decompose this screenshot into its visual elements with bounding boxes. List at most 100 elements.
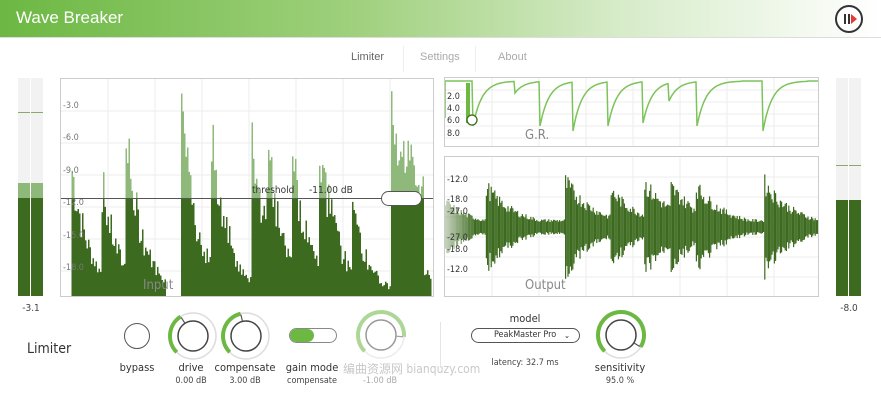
output-wave-bar [585,210,587,244]
output-wave-bar [545,221,547,233]
output-wave-bar [670,181,672,273]
input-wave-bar [244,276,246,296]
input-wave-bar [260,222,262,296]
input-wave-bar [410,198,412,296]
output-wave-bar [679,204,681,250]
output-wave-bar [704,203,706,251]
pause-play-logo-icon[interactable] [835,5,863,33]
input-wave-bar [185,156,187,198]
input-wave-bar [302,231,304,296]
output-wave-bar [705,203,707,251]
output-wave-bar [562,220,564,234]
output-wave-bar [793,206,795,248]
input-wave-bar [373,272,375,296]
model-dropdown[interactable]: PeakMaster Pro ⌄ [471,328,580,343]
output-wave-bar [796,213,798,241]
input-wave-bar [253,198,255,296]
output-wave-bar [568,180,570,274]
model-selected: PeakMaster Pro [494,330,557,340]
compensate-knob[interactable] [220,310,272,362]
drive-label: drive [178,361,204,374]
input-wave-bar [380,283,382,296]
input-wave-bar [385,281,387,296]
output-wave-bar [623,203,625,251]
output-wave-bar [531,219,533,235]
bypass-button[interactable] [124,323,150,349]
input-wave-bar [395,198,397,296]
input-meter-left [18,78,30,296]
input-wave-bar [94,266,96,296]
input-wave-bar [103,172,105,198]
output-wave-bar [773,190,775,264]
output-wave-bar [730,217,732,237]
output-wave-bar [501,200,503,254]
output-wave-bar [593,212,595,242]
y-tick: -18.0 [63,263,84,273]
output-wave-bar [597,214,599,240]
output-wave-bar [740,218,742,236]
output-wave-bar [561,220,563,234]
output-wave-bar [745,218,747,236]
output-wave-bar [590,210,592,244]
output-wave-bar [681,199,683,255]
input-wave-bar [410,144,412,198]
threshold-handle[interactable] [381,191,422,206]
output-wave-bar [647,196,649,258]
input-wave-bar [254,198,256,296]
gain-mode-toggle[interactable] [289,328,337,343]
output-wave-bar [581,204,583,250]
output-wave-bar [583,203,585,251]
input-wave-bar [190,175,192,198]
output-wave-bar [706,203,708,251]
input-wave-bar [395,133,397,198]
input-wave-bar [392,198,394,296]
input-wave-bar [338,231,340,296]
threshold-value: -11.00 dB [309,185,353,196]
threshold-line [61,198,433,199]
input-wave-bar [280,235,282,296]
input-wave-bar [103,198,105,296]
output-wave-bar [542,220,544,234]
output-wave-bar [717,211,719,243]
input-wave-bar [421,198,423,296]
input-wave-bar [73,176,75,198]
output-wave-bar [748,220,750,234]
output-wave-bar [495,198,497,256]
input-wave-bar [422,198,424,296]
output-wave-bar [785,202,787,252]
output-wave-bar [574,199,576,255]
output-wave-bar [760,220,762,234]
tab-about[interactable]: About [498,51,527,63]
output-gain-knob[interactable] [355,309,407,361]
output-wave-bar [811,216,813,238]
sensitivity-knob[interactable] [595,309,647,361]
input-wave-bar [125,198,127,296]
output-wave-bar [519,217,521,237]
output-wave-bar [675,190,677,264]
output-wave-bar [799,214,801,240]
input-wave-bar [214,170,216,198]
output-wave-bar [742,220,744,234]
output-wave-bar [691,207,693,247]
input-wave-bar [386,283,388,296]
output-wave-bar [493,192,495,262]
input-wave-bar [295,198,297,296]
input-wave-bar [311,244,313,296]
input-wave-bar [130,198,132,296]
output-wave-bar [550,220,552,234]
output-wave-bar [777,204,779,250]
output-wave-bar [727,214,729,240]
input-wave-bar [182,111,184,198]
output-wave-bar [731,215,733,239]
output-wave-bar [586,202,588,252]
tab-divider [475,46,476,72]
tab-limiter[interactable]: Limiter [351,51,384,63]
input-wave-bar [358,226,360,296]
input-wave-bar [242,269,244,296]
input-wave-bar [376,270,378,296]
output-wave-bar [541,219,543,235]
output-wave-bar [602,215,604,239]
drive-knob[interactable] [167,310,219,362]
output-wave-bar [743,217,745,237]
tab-settings[interactable]: Settings [420,51,460,63]
